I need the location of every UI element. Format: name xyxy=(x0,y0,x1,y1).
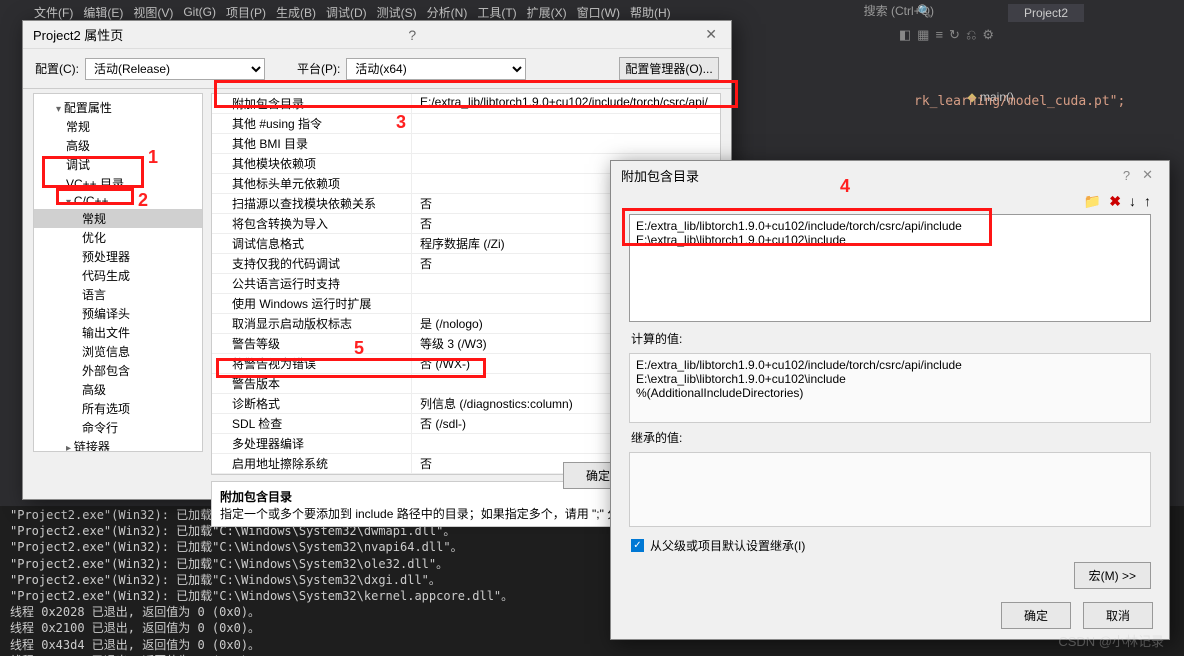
toolbar-icon[interactable]: ↻ xyxy=(949,27,960,43)
calc-item: %(AdditionalIncludeDirectories) xyxy=(636,386,1144,400)
close-icon[interactable]: ✕ xyxy=(1136,167,1159,183)
tree-node[interactable]: VC++ 目录 xyxy=(34,174,202,193)
tree-node[interactable]: 配置属性 xyxy=(34,98,202,117)
watermark: CSDN @小林记录 xyxy=(1058,631,1164,650)
calculated-box: E:/extra_lib/libtorch1.9.0+cu102/include… xyxy=(629,353,1151,423)
toolbar-icon[interactable]: ≡ xyxy=(935,27,943,43)
config-label: 配置(C): xyxy=(35,60,79,77)
config-manager-button[interactable]: 配置管理器(O)... xyxy=(619,57,719,80)
menu-git[interactable]: Git(G) xyxy=(179,3,220,21)
delete-icon[interactable]: ✖ xyxy=(1109,193,1121,210)
tree-node[interactable]: 代码生成 xyxy=(34,266,202,285)
platform-label: 平台(P): xyxy=(297,60,340,77)
project-name: Project2 xyxy=(1008,4,1084,22)
calculated-label: 计算的值: xyxy=(611,326,1169,351)
dialog-title: Project2 属性页 xyxy=(33,25,123,44)
help-icon[interactable]: ? xyxy=(1117,168,1136,183)
tree-node[interactable]: 优化 xyxy=(34,228,202,247)
grid-row[interactable]: 附加包含目录E:/extra_lib/libtorch1.9.0+cu102/i… xyxy=(212,94,720,114)
toolbar-icon[interactable]: ◧ xyxy=(899,27,911,43)
tree-node[interactable]: 命令行 xyxy=(34,418,202,437)
inherit-label: 从父级或项目默认设置继承(I) xyxy=(650,537,805,554)
tree-node[interactable]: 所有选项 xyxy=(34,399,202,418)
calc-item: E:\extra_lib\libtorch1.9.0+cu102\include xyxy=(636,372,1144,386)
folder-icon[interactable]: 📁 xyxy=(1084,193,1101,210)
move-up-icon[interactable]: ↑ xyxy=(1144,193,1151,210)
path-item[interactable]: E:\extra_lib\libtorch1.9.0+cu102\include xyxy=(636,233,1144,247)
grid-row[interactable]: 其他 BMI 目录 xyxy=(212,134,720,154)
tree-node[interactable]: 高级 xyxy=(34,380,202,399)
inherit-checkbox[interactable]: ✓ xyxy=(631,539,644,552)
tree-node[interactable]: 链接器 xyxy=(34,437,202,452)
cancel-button[interactable]: 取消 xyxy=(1083,602,1153,629)
tree-node[interactable]: 预处理器 xyxy=(34,247,202,266)
toolbar-icon[interactable]: ⎌ xyxy=(966,27,976,43)
config-tree[interactable]: 配置属性常规高级调试VC++ 目录C/C++常规优化预处理器代码生成语言预编译头… xyxy=(33,93,203,452)
platform-select[interactable]: 活动(x64) xyxy=(346,58,526,80)
tree-node[interactable]: 语言 xyxy=(34,285,202,304)
tree-node[interactable]: 调试 xyxy=(34,155,202,174)
ok-button[interactable]: 确定 xyxy=(1001,602,1071,629)
config-select[interactable]: 活动(Release) xyxy=(85,58,265,80)
inherited-label: 继承的值: xyxy=(611,425,1169,450)
paths-listbox[interactable]: E:/extra_lib/libtorch1.9.0+cu102/include… xyxy=(629,214,1151,322)
tree-node[interactable]: 外部包含 xyxy=(34,361,202,380)
tree-node[interactable]: 浏览信息 xyxy=(34,342,202,361)
path-item[interactable]: E:/extra_lib/libtorch1.9.0+cu102/include… xyxy=(636,219,1144,233)
tree-node[interactable]: 预编译头 xyxy=(34,304,202,323)
toolbar-icons: ◧ ▦ ≡ ↻ ⎌ ⚙ xyxy=(899,27,994,43)
tree-node[interactable]: 高级 xyxy=(34,136,202,155)
calc-item: E:/extra_lib/libtorch1.9.0+cu102/include… xyxy=(636,358,1144,372)
tree-node[interactable]: C/C++ xyxy=(34,193,202,209)
macro-button[interactable]: 宏(M) >> xyxy=(1074,562,1151,589)
tree-node[interactable]: 输出文件 xyxy=(34,323,202,342)
inherited-box xyxy=(629,452,1151,527)
include-dirs-dialog: 附加包含目录 ? ✕ 📁 ✖ ↓ ↑ E:/extra_lib/libtorch… xyxy=(610,160,1170,640)
toolbar-icon[interactable]: ⚙ xyxy=(982,27,994,43)
tree-node[interactable]: 常规 xyxy=(34,209,202,228)
close-icon[interactable]: ✕ xyxy=(701,26,721,43)
search-icon[interactable]: 🔍 xyxy=(917,4,932,18)
code-line: rk_learning/model_cuda.pt"; xyxy=(904,90,1184,130)
move-down-icon[interactable]: ↓ xyxy=(1129,193,1136,210)
help-icon[interactable]: ? xyxy=(404,27,420,43)
toolbar-icon[interactable]: ▦ xyxy=(917,27,929,43)
grid-row[interactable]: 其他 #using 指令 xyxy=(212,114,720,134)
tree-node[interactable]: 常规 xyxy=(34,117,202,136)
dialog-title: 附加包含目录 xyxy=(621,166,699,185)
